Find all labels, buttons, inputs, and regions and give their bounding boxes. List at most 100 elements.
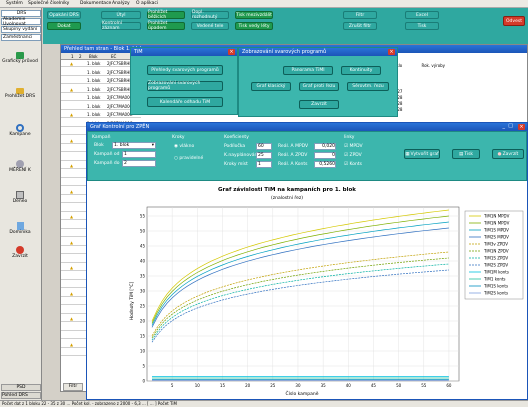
table-row[interactable]: ▲ 1. blok 2JFC7SBRHMP [61, 85, 141, 93]
table-row[interactable]: 1. blok 2JFC7SBRHMP [61, 68, 141, 76]
left-item-akademie[interactable]: Akademie Uvolnovat [1, 17, 41, 27]
menu-system[interactable]: Systém [6, 1, 23, 6]
nav-kampane[interactable]: Kampane [0, 124, 40, 137]
legend-label: TiM3v ZPDV [483, 242, 508, 247]
radio-vlakno[interactable]: ◉ vlákno [174, 144, 194, 149]
chart-subtitle: (znalostní řez) [271, 194, 303, 201]
left-panel: DRS Akademie Uvolnovat Skupiny vydání Za… [0, 8, 42, 400]
left-bottom-pohled[interactable]: Pohled DRS [1, 392, 41, 399]
real-k-field[interactable]: 0,5260 [314, 161, 336, 168]
nav-mereni[interactable]: MĚŘENÍ K [0, 160, 40, 173]
tb-kontrolni[interactable]: Kontrolní záznam [101, 21, 141, 31]
tb-vedene[interactable]: Vedené tele [191, 22, 229, 30]
tb-prohlizet-upad[interactable]: Prohlížet úpadem [147, 21, 185, 31]
left-item-zamestnanci[interactable]: Zaměstnanci [1, 34, 41, 41]
table-row[interactable]: 1. blok 2JFC7SBRHMP [61, 77, 141, 84]
row-blok: 1. blok [87, 69, 101, 75]
menu-analyzy[interactable]: Analýzy [112, 1, 130, 6]
real-a-field[interactable]: 0,020 [314, 143, 336, 150]
nav-prohlizet[interactable]: Prohlížet DRS [0, 88, 40, 99]
kroky-mist-field[interactable]: 1 [256, 161, 272, 168]
x-tick-label: 25 [270, 383, 276, 388]
tb-excel[interactable]: Excel [405, 11, 439, 19]
warning-icon: ▲ [70, 188, 74, 194]
nav-deneo[interactable]: Deneo [0, 191, 40, 204]
x-tick-label: 30 [295, 383, 301, 388]
row-ec: 2JFC7MA00C [107, 112, 133, 117]
btn-serovtm[interactable]: Sérovtm. řezu [347, 82, 389, 91]
btn-kalendare[interactable]: Kalendáře odhadu TiM [147, 97, 223, 107]
nav-graficky[interactable]: Grafický průvod [0, 52, 40, 64]
check-zpdv[interactable]: ☑ ZPDV [344, 153, 362, 158]
menu-dokumentace[interactable]: Dokumentace [80, 1, 111, 6]
y-tick-label: 45 [140, 244, 146, 249]
kampan-do-field[interactable]: 2 [122, 160, 156, 167]
tb-utyl[interactable]: Útyl [101, 11, 141, 19]
left-bottom-psd[interactable]: PSD [1, 384, 41, 391]
table-row[interactable]: 1. blok 2JFC7MA00C [61, 94, 141, 101]
btn-chart-tisk[interactable]: ▤ Tisk [452, 149, 480, 159]
tb-prohlizet-beh[interactable]: Prohlížet běžících [147, 10, 185, 20]
warning-icon: ▲ [70, 316, 74, 321]
tb-tisk-vedy[interactable]: Tisk vedy léty [235, 22, 273, 30]
warning-icon: ▲ [70, 341, 74, 347]
legend-label: TiM1S MPDV [483, 228, 509, 233]
x-tick-label: 55 [421, 383, 427, 388]
legend-label: TiM1 konts [483, 277, 506, 282]
tb-opakani[interactable]: Opakání DRS [47, 11, 81, 19]
nav-dominika[interactable]: Dominika [0, 222, 40, 235]
btn-graf-proti[interactable]: Graf proti řezu [299, 82, 339, 91]
tb-zrusit-filtr[interactable]: Zrušit filtr [343, 22, 377, 30]
close-icon[interactable]: × [228, 49, 235, 55]
col-2: 2 [79, 54, 82, 59]
podiloca-field[interactable]: 60 [256, 143, 272, 150]
koef-label: Koeficienty [224, 135, 249, 140]
btn-prehledy[interactable]: Přehledy svarových programů [147, 65, 223, 75]
btn-chart-zavrit[interactable]: ● Zavrzít [492, 149, 524, 159]
maximize-icon[interactable]: □ [508, 123, 513, 129]
kampan-od-field[interactable]: 1 [122, 151, 156, 158]
check-konts[interactable]: ☑ Konts [344, 162, 362, 167]
table-row[interactable]: ▲ 1. blok 2JFC7SBRHMP [61, 60, 141, 67]
warning-icon: ▲ [70, 163, 74, 168]
y-tick-label: 5 [142, 364, 145, 369]
linky-label: linky [344, 135, 355, 140]
bg-filter[interactable]: Filtr [63, 383, 83, 391]
btn-panorama[interactable]: Panorama TiMI [283, 66, 333, 75]
menu-ciselniky[interactable]: Společné číselníky [28, 1, 69, 6]
kroky-label: Kroky [172, 135, 185, 140]
x-tick-label: 15 [220, 383, 226, 388]
btn-kontinuity[interactable]: Kontinuity [341, 66, 381, 75]
btn-zobraz-zavrit[interactable]: Zavrzít [299, 100, 339, 109]
menu-oaplikaci[interactable]: O aplikaci [136, 1, 158, 6]
tb-dopl[interactable]: Dopl. rozhodnutý [191, 10, 229, 20]
col-1: 1 [71, 54, 74, 59]
tb-dokat[interactable]: Dokat [47, 22, 81, 30]
btn-zobrazovani[interactable]: Zobrazování svarových programů [147, 81, 223, 91]
btn-vytvorit-graf[interactable]: ▦ Vytvořit graf [404, 149, 440, 159]
close-icon[interactable]: × [388, 49, 395, 55]
chart-xlabel: Číslo kampaně [285, 390, 318, 397]
table-row[interactable]: ▲ 1. blok 2JFC7MA00C [61, 111, 141, 118]
kaypl-field[interactable]: 25 [256, 152, 272, 159]
close-icon [16, 246, 24, 254]
tb-filtr[interactable]: Filtr [343, 11, 377, 19]
minimize-icon[interactable]: _ [503, 123, 506, 129]
tb-tisk[interactable]: Tisk [405, 22, 439, 30]
table-row[interactable]: 1. blok 2JFC7MA00C [61, 102, 141, 110]
real-z-field[interactable]: 0 [314, 152, 336, 159]
row-ec: 2JFC7MA00C [107, 103, 133, 109]
left-item-skupiny[interactable]: Skupiny vydání [1, 26, 41, 33]
popup-tim-title: TiM × [131, 48, 237, 56]
blok-select[interactable]: 1. blok ▾ [112, 142, 156, 149]
nav-zavrit[interactable]: Zavrzít [0, 246, 40, 259]
col-rok: Rok. výroby [421, 63, 446, 68]
check-mpdv[interactable]: ☑ MPDV [344, 144, 363, 149]
close-icon[interactable]: × [518, 124, 525, 130]
warning-icon: ▲ [70, 112, 74, 117]
tb-odvest[interactable]: Odvest [503, 16, 525, 26]
radio-pravidelne[interactable]: ○ pravidelné [174, 156, 203, 161]
tb-tisk-mezi[interactable]: Tisk mezivzdálit [235, 11, 273, 19]
btn-graf-klasicky[interactable]: Graf klasický [251, 82, 291, 91]
col-ec: EČ [111, 54, 117, 59]
